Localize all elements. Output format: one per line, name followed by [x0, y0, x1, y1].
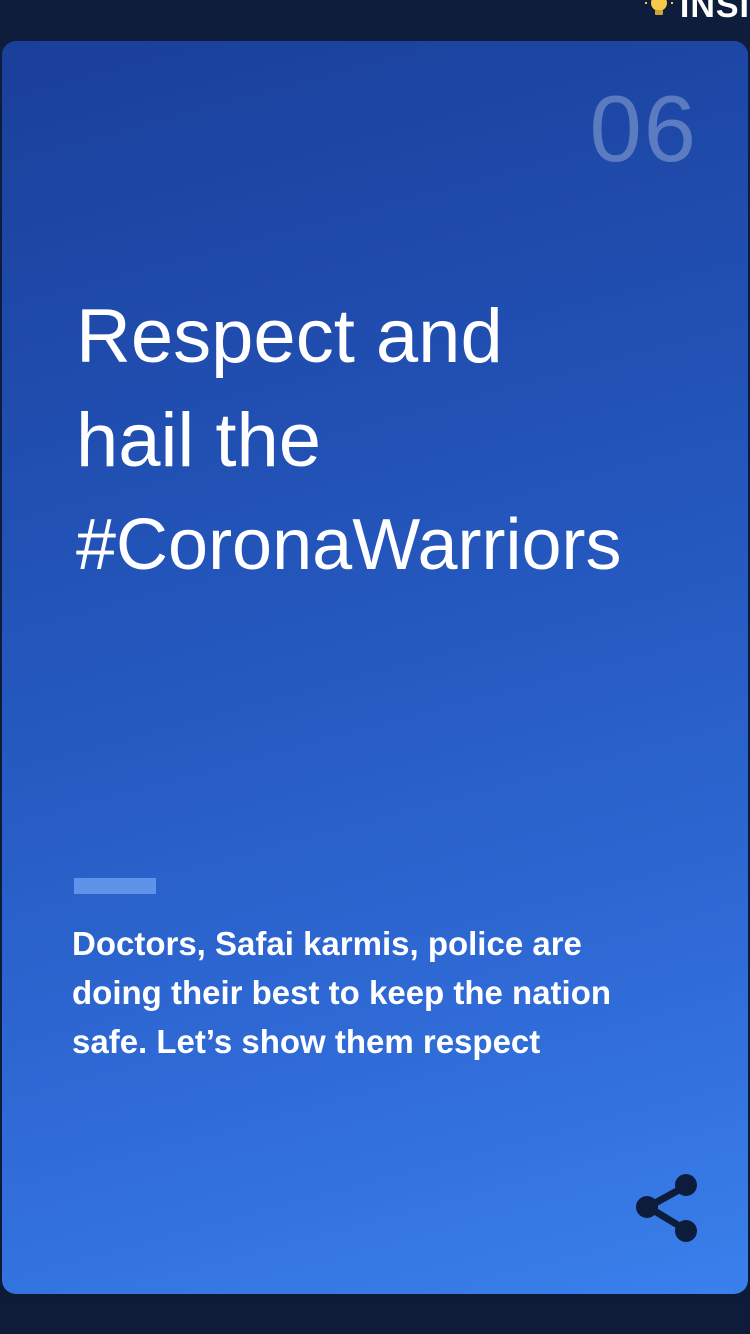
brand-logo: INSI [644, 0, 750, 26]
accent-divider [74, 878, 156, 894]
brand-text: INSI [679, 0, 750, 25]
bottom-bar [0, 1298, 750, 1334]
share-icon[interactable] [630, 1170, 706, 1246]
headline-line-1: Respect and [76, 294, 503, 379]
headline-line-3: #CoronaWarriors [76, 505, 622, 585]
story-screen: INSI 06 Respect and hail the #CoronaWarr… [0, 0, 750, 1334]
headline-line-2: hail the [76, 398, 322, 483]
story-card[interactable]: 06 Respect and hail the #CoronaWarriors … [2, 41, 748, 1294]
lightbulb-icon [644, 0, 673, 15]
card-headline: Respect and hail the #CoronaWarriors [76, 285, 736, 597]
card-body-text: Doctors, Safai karmis, police are doing … [72, 925, 612, 1060]
card-number: 06 [589, 76, 698, 181]
